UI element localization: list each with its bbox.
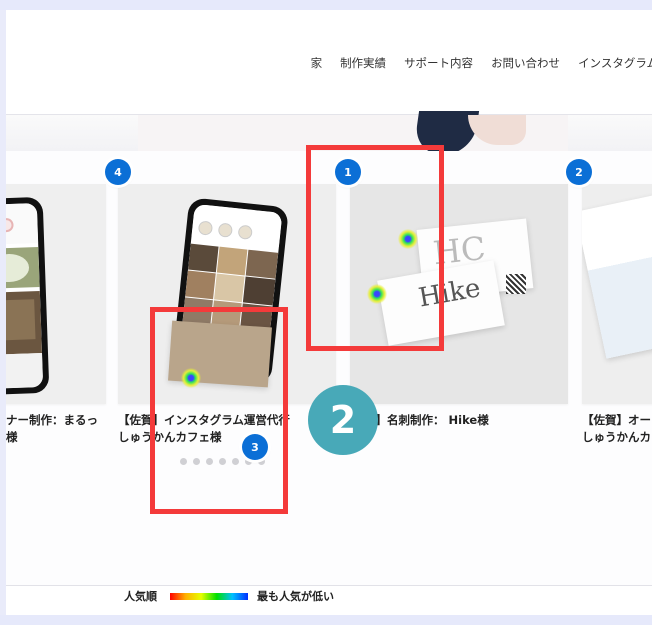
rank-badge: 4 (105, 159, 131, 185)
phone-mockup (6, 196, 50, 396)
work-card-title[interactable]: 【佐賀】オー しゅうかんカ (582, 412, 651, 446)
nav-item-works[interactable]: 制作実績 (340, 55, 386, 71)
nav-item-home[interactable]: 家 (311, 55, 323, 71)
qr-code-icon (506, 274, 526, 294)
rank-badge: 1 (335, 159, 361, 185)
click-heat-spot (181, 368, 201, 388)
top-band (0, 0, 652, 10)
legend-left-label: 人気順 (124, 590, 157, 603)
main-nav: 家 制作実績 サポート内容 お問い合わせ インスタグラム (293, 52, 652, 74)
nav-item-contact[interactable]: お問い合わせ (491, 55, 560, 71)
highlight-box (306, 145, 444, 351)
work-card-image (6, 184, 106, 404)
work-card-image (582, 184, 652, 404)
footer-divider (6, 585, 652, 586)
bottom-band (0, 615, 652, 625)
work-card-flyer[interactable] (582, 184, 652, 404)
nav-item-support[interactable]: サポート内容 (404, 55, 473, 71)
click-heat-spot (398, 229, 418, 249)
legend-gradient-bar (170, 592, 248, 600)
flyer-mockup (582, 195, 652, 359)
rank-badge: 3 (242, 434, 268, 460)
rank-badge: 2 (566, 159, 592, 185)
click-heat-spot (367, 284, 387, 304)
nav-item-instagram[interactable]: インスタグラム (578, 55, 652, 71)
heatmap-legend: 人気順 最も人気が低い (124, 588, 334, 604)
work-card-flower[interactable] (6, 184, 106, 404)
work-card-title[interactable]: 分】名刺制作： Hike様 (364, 412, 489, 429)
legend-right-label: 最も人気が低い (257, 590, 334, 603)
highlight-box (150, 307, 288, 514)
work-card-title[interactable]: ナー制作：まるっ 様 (6, 412, 98, 446)
step-marker: 2 (308, 385, 378, 455)
